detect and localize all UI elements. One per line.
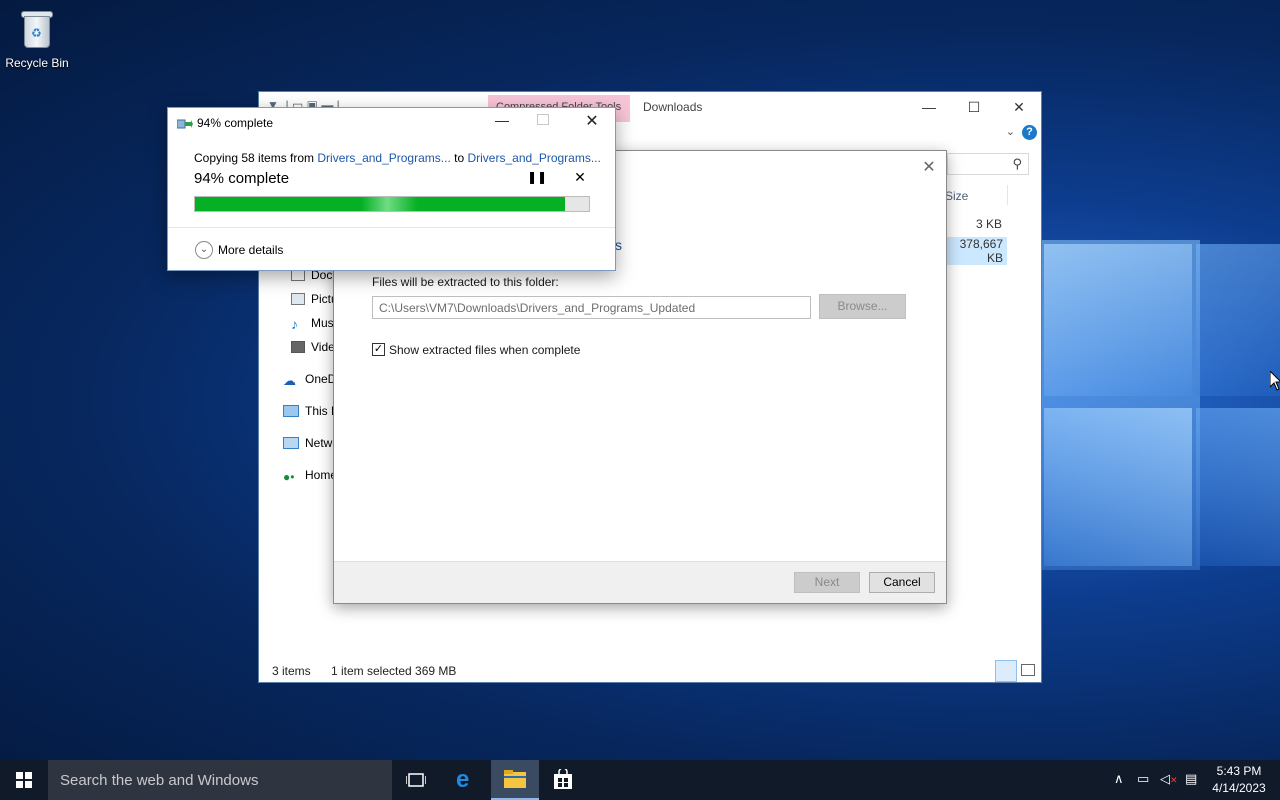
clock-time: 5:43 PM bbox=[1216, 764, 1262, 778]
taskbar-store-button[interactable] bbox=[539, 760, 587, 800]
dialog-title: 94% complete bbox=[197, 116, 274, 130]
wallpaper-pane bbox=[1196, 408, 1280, 566]
pause-button[interactable]: ❚❚ bbox=[527, 170, 547, 184]
status-selection: 1 item selected 369 MB bbox=[331, 664, 457, 678]
network-icon[interactable]: ▭ bbox=[1137, 771, 1149, 787]
show-files-label[interactable]: Show extracted files when complete bbox=[389, 343, 580, 357]
close-icon[interactable]: ✕ bbox=[920, 157, 938, 177]
chevron-down-icon[interactable]: ⌄ bbox=[1006, 125, 1015, 138]
wallpaper-pane bbox=[1044, 408, 1192, 566]
folder-icon bbox=[504, 770, 526, 788]
search-input[interactable]: ⚲ bbox=[947, 153, 1029, 175]
progress-bar bbox=[194, 196, 590, 212]
homegroup-icon: ●• bbox=[283, 470, 295, 484]
onedrive-cloud-icon: ☁ bbox=[283, 373, 296, 388]
cancel-button[interactable]: Cancel bbox=[869, 572, 935, 593]
music-icon: ♪ bbox=[291, 316, 298, 332]
wizard-heading: s bbox=[615, 237, 622, 253]
copy-status-line: Copying 58 items from Drivers_and_Progra… bbox=[194, 151, 601, 165]
column-header-size[interactable]: Size bbox=[945, 189, 968, 203]
destination-path-input[interactable]: C:\Users\VM7\Downloads\Drivers_and_Progr… bbox=[372, 296, 811, 319]
destination-label: Files will be extracted to this folder: bbox=[372, 275, 559, 289]
chevron-down-icon[interactable]: ⌄ bbox=[195, 241, 213, 259]
volume-muted-icon[interactable]: ◁✕ bbox=[1160, 771, 1178, 787]
recycle-bin-label: Recycle Bin bbox=[5, 56, 69, 70]
mouse-cursor-icon bbox=[1270, 371, 1280, 391]
recycle-bin-icon: ♻ bbox=[19, 8, 55, 50]
task-view-icon bbox=[406, 773, 426, 787]
network-icon bbox=[283, 437, 299, 449]
copy-progress-dialog[interactable]: 94% complete — ✕ Copying 58 items from D… bbox=[167, 107, 616, 271]
copy-files-icon bbox=[177, 119, 193, 129]
clock-date: 4/14/2023 bbox=[1212, 781, 1266, 795]
maximize-button[interactable]: ☐ bbox=[959, 96, 989, 118]
destination-folder-link[interactable]: Drivers_and_Programs... bbox=[467, 151, 600, 165]
source-folder-link[interactable]: Drivers_and_Programs... bbox=[317, 151, 450, 165]
taskbar-edge-button[interactable]: e bbox=[442, 760, 490, 800]
minimize-button[interactable]: — bbox=[492, 112, 512, 128]
task-view-button[interactable] bbox=[392, 760, 440, 800]
close-button[interactable]: ✕ bbox=[582, 111, 602, 131]
wizard-footer: Next Cancel bbox=[334, 561, 946, 603]
help-icon[interactable]: ? bbox=[1022, 125, 1037, 140]
close-button[interactable]: ✕ bbox=[1004, 96, 1034, 118]
divider bbox=[168, 227, 615, 228]
stop-button[interactable]: ✕ bbox=[572, 169, 588, 186]
show-files-checkbox[interactable]: ✓ bbox=[372, 343, 385, 356]
taskbar-search-input[interactable]: Search the web and Windows bbox=[48, 760, 392, 800]
progress-bar-fill bbox=[195, 197, 566, 211]
details-view-button[interactable] bbox=[995, 660, 1017, 682]
wallpaper-pane bbox=[1196, 244, 1280, 396]
wallpaper-pane bbox=[1044, 244, 1192, 396]
taskbar: Search the web and Windows e ∧ ▭ ◁✕ ▤ 5:… bbox=[0, 760, 1280, 800]
browse-button[interactable]: Browse... bbox=[819, 294, 906, 319]
search-icon: ⚲ bbox=[1012, 156, 1022, 171]
store-bag-icon bbox=[554, 769, 572, 789]
desktop-icon-recycle-bin[interactable]: ♻ Recycle Bin bbox=[4, 6, 70, 70]
large-icons-view-button[interactable] bbox=[1021, 664, 1035, 676]
windows-logo-icon bbox=[16, 772, 32, 788]
pictures-icon bbox=[291, 293, 305, 305]
more-details-button[interactable]: More details bbox=[218, 243, 283, 257]
next-button[interactable]: Next bbox=[794, 572, 860, 593]
minimize-button[interactable]: — bbox=[914, 96, 944, 118]
show-hidden-icons-chevron[interactable]: ∧ bbox=[1114, 771, 1124, 787]
videos-icon bbox=[291, 341, 305, 353]
status-item-count: 3 items bbox=[272, 664, 311, 678]
start-button[interactable] bbox=[0, 760, 48, 800]
action-center-icon[interactable]: ▤ bbox=[1185, 771, 1197, 787]
computer-icon bbox=[283, 405, 299, 417]
file-size-cell-selected[interactable]: 378,667 KB bbox=[943, 237, 1007, 265]
search-placeholder: Search the web and Windows bbox=[60, 772, 259, 789]
explorer-title: Downloads bbox=[643, 100, 703, 114]
maximize-button-disabled bbox=[537, 114, 549, 125]
file-size-cell: 3 KB bbox=[975, 217, 1002, 231]
taskbar-clock[interactable]: 5:43 PM 4/14/2023 bbox=[1204, 763, 1274, 797]
column-divider[interactable] bbox=[1007, 185, 1008, 205]
taskbar-file-explorer-button[interactable] bbox=[491, 760, 539, 800]
percent-complete-text: 94% complete bbox=[194, 170, 290, 187]
edge-browser-icon: e bbox=[456, 766, 470, 793]
